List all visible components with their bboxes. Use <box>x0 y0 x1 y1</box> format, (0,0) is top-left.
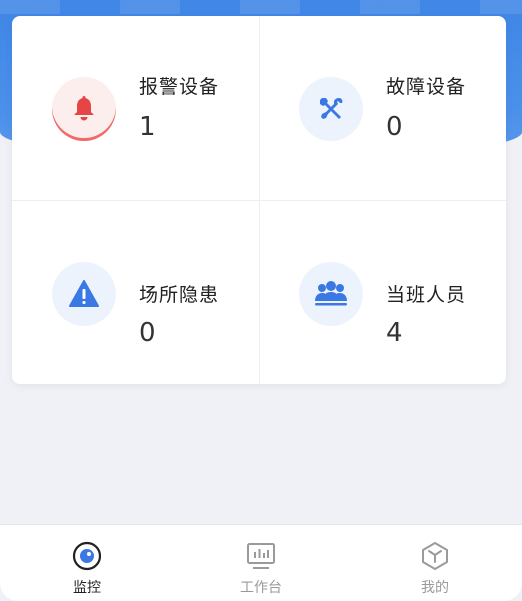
workbench-icon <box>244 539 278 573</box>
stat-label: 场所隐患 <box>139 284 220 306</box>
tab-monitor[interactable]: 监控 <box>0 525 174 601</box>
stat-label: 故障设备 <box>386 76 467 98</box>
stat-value: 1 <box>139 112 156 142</box>
stat-value: 4 <box>386 318 403 348</box>
tab-label: 监控 <box>73 580 101 596</box>
bell-icon <box>52 77 116 141</box>
tab-workbench[interactable]: 工作台 <box>174 525 348 601</box>
stats-card: 报警设备 1 故障设备 0 场所隐患 0 当班人员 4 <box>12 16 506 384</box>
stat-value: 0 <box>386 112 403 142</box>
warning-icon <box>52 262 116 326</box>
monitor-icon <box>70 539 104 573</box>
stat-value: 0 <box>139 318 156 348</box>
profile-icon <box>418 539 452 573</box>
stat-alarm-devices[interactable]: 报警设备 1 <box>12 16 259 200</box>
stat-on-duty-staff[interactable]: 当班人员 4 <box>259 200 506 384</box>
stat-label: 报警设备 <box>139 76 220 98</box>
stat-faulty-devices[interactable]: 故障设备 0 <box>259 16 506 200</box>
tab-label: 工作台 <box>240 580 282 596</box>
stat-label: 当班人员 <box>386 284 467 306</box>
tab-profile[interactable]: 我的 <box>348 525 522 601</box>
tab-label: 我的 <box>421 580 449 596</box>
stat-site-hazards[interactable]: 场所隐患 0 <box>12 200 259 384</box>
tools-icon <box>299 77 363 141</box>
bottom-tab-bar: 监控 工作台 我的 <box>0 524 522 601</box>
people-icon <box>299 262 363 326</box>
